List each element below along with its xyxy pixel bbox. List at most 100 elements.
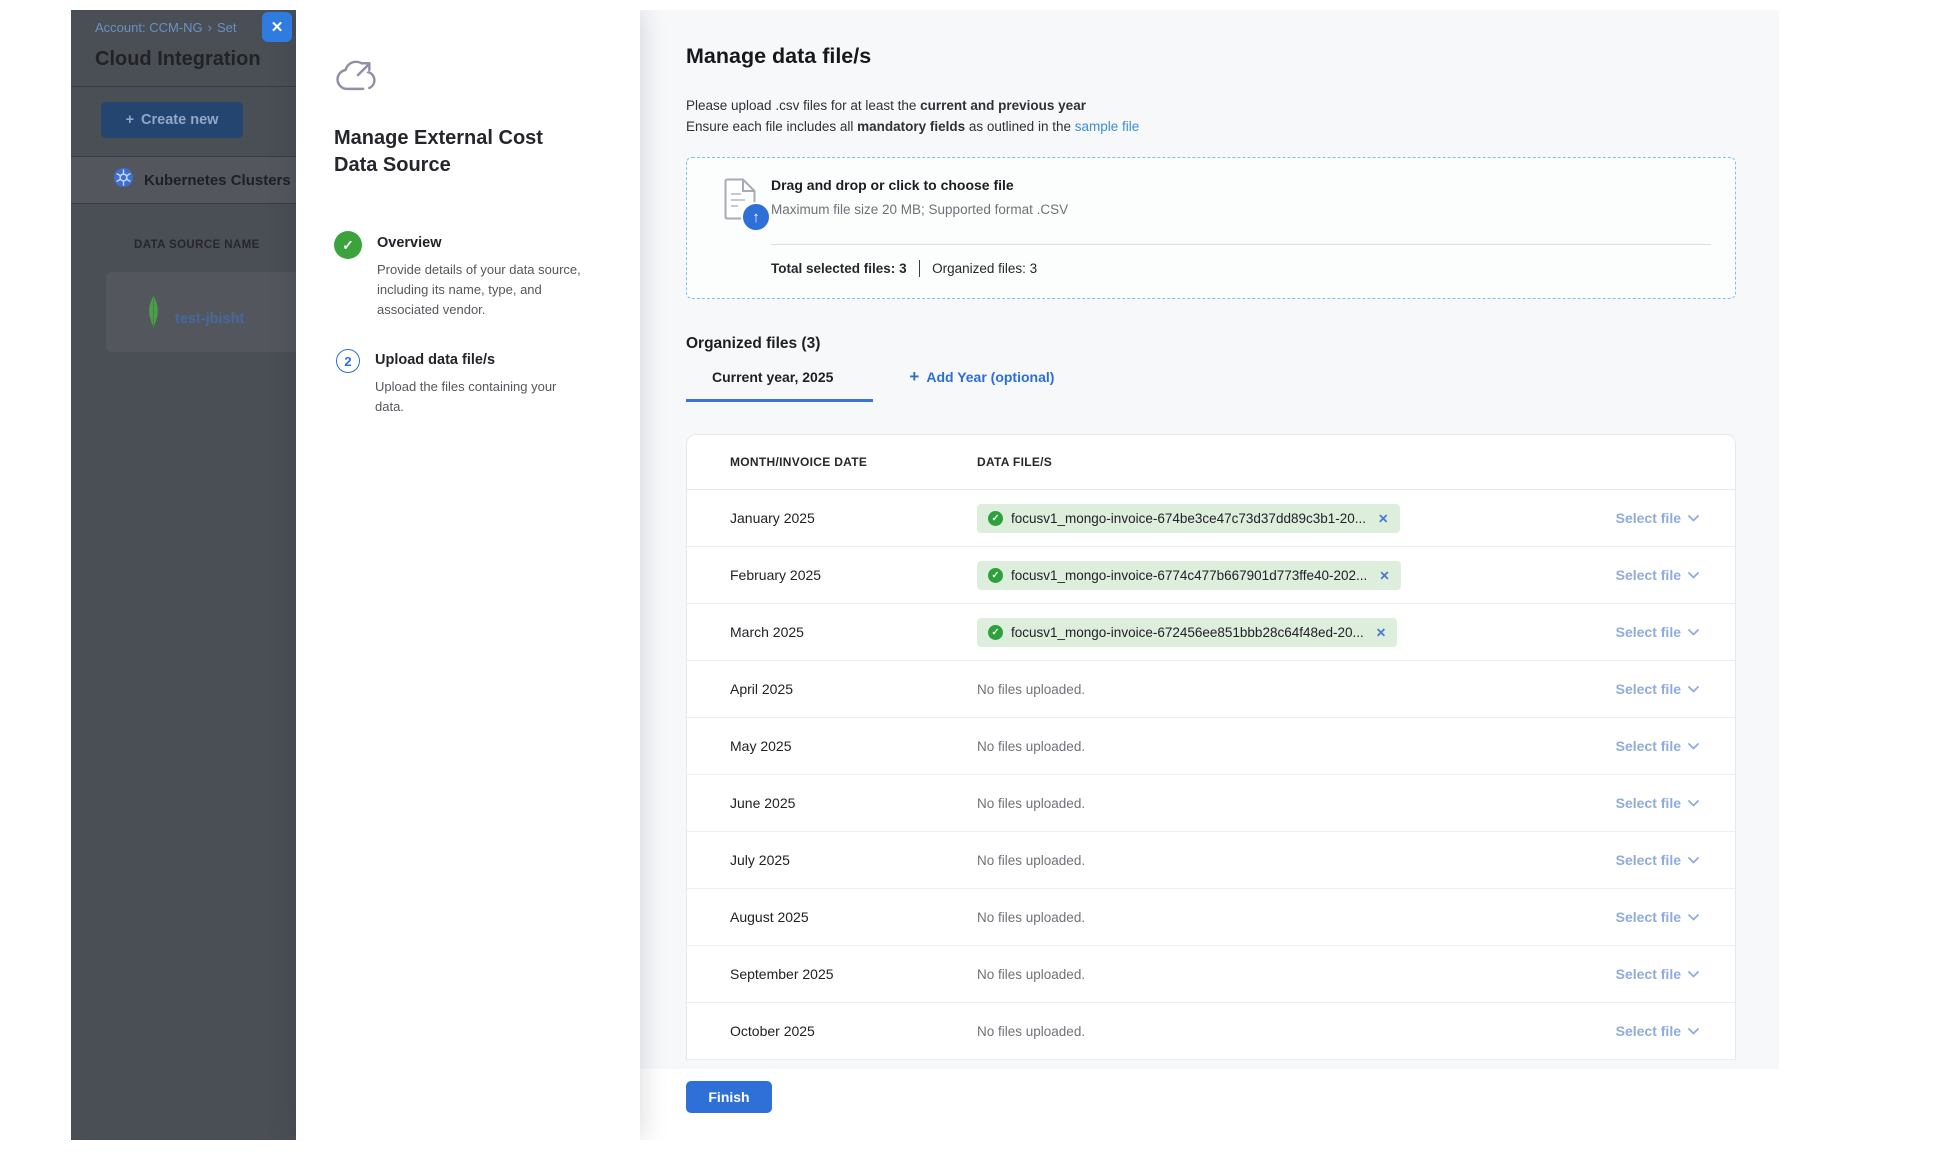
wizard-title: Manage External Cost Data Source — [334, 125, 574, 179]
month-label: March 2025 — [687, 624, 977, 640]
tab-kubernetes-clusters[interactable]: Kubernetes Clusters — [71, 157, 296, 203]
select-file-dropdown[interactable]: Select file — [1616, 795, 1699, 811]
no-files-text: No files uploaded. — [977, 1024, 1085, 1039]
chevron-down-icon — [1688, 914, 1699, 921]
month-label: August 2025 — [687, 909, 977, 925]
datafile-cell: ✓ focusv1_mongo-invoice-6774c477b667901d7… — [977, 561, 1545, 590]
upload-arrow-icon: ↑ — [741, 202, 771, 232]
step-content-scroll-area[interactable]: Manage data file/s Please upload .csv fi… — [640, 10, 1779, 1069]
file-name: focusv1_mongo-invoice-6774c477b667901d77… — [1011, 568, 1367, 583]
month-label: May 2025 — [687, 738, 977, 754]
select-file-dropdown[interactable]: Select file — [1616, 681, 1699, 697]
file-chip: ✓ focusv1_mongo-invoice-674be3ce47c73d37d… — [977, 504, 1400, 533]
file-valid-check-icon: ✓ — [988, 511, 1003, 526]
select-file-dropdown[interactable]: Select file — [1616, 624, 1699, 640]
tab-current-year[interactable]: Current year, 2025 — [686, 369, 873, 402]
select-file-dropdown[interactable]: Select file — [1616, 909, 1699, 925]
datafile-cell: No files uploaded. — [977, 967, 1545, 982]
chevron-down-icon — [1688, 629, 1699, 636]
sample-file-link[interactable]: sample file — [1075, 119, 1140, 134]
table-row: February 2025 ✓ focusv1_mongo-invoice-6774… — [687, 547, 1735, 604]
main-panel: Manage data file/s Please upload .csv fi… — [640, 10, 1779, 1140]
chevron-down-icon — [1688, 1028, 1699, 1035]
select-file-dropdown[interactable]: Select file — [1616, 1023, 1699, 1039]
table-row: May 2025No files uploaded. Select file — [687, 718, 1735, 775]
footer-bar: Finish — [640, 1069, 1779, 1140]
file-totals: Total selected files: 3 Organized files:… — [771, 260, 1037, 277]
select-file-dropdown[interactable]: Select file — [1616, 567, 1699, 583]
month-label: February 2025 — [687, 567, 977, 583]
table-header-row: MONTH/INVOICE DATE DATA FILE/S — [687, 435, 1735, 490]
file-name: focusv1_mongo-invoice-674be3ce47c73d37dd… — [1011, 511, 1366, 526]
action-cell: Select file — [1545, 795, 1735, 811]
action-cell: Select file — [1545, 624, 1735, 640]
mongodb-leaf-icon — [145, 296, 162, 335]
action-cell: Select file — [1545, 510, 1735, 526]
remove-file-icon[interactable]: ✕ — [1378, 511, 1388, 526]
no-files-text: No files uploaded. — [977, 682, 1085, 697]
divider — [71, 203, 296, 204]
no-files-text: No files uploaded. — [977, 910, 1085, 925]
file-valid-check-icon: ✓ — [988, 568, 1003, 583]
upload-instructions: Please upload .csv files for at least th… — [686, 95, 1736, 137]
chevron-down-icon — [1688, 857, 1699, 864]
select-file-dropdown[interactable]: Select file — [1616, 510, 1699, 526]
file-dropzone[interactable]: ↑ Drag and drop or click to choose file … — [686, 157, 1736, 299]
chevron-down-icon — [1688, 971, 1699, 978]
close-icon[interactable]: ✕ — [262, 12, 292, 42]
month-label: October 2025 — [687, 1023, 977, 1039]
chevron-down-icon — [1688, 800, 1699, 807]
create-new-label: Create new — [141, 112, 218, 128]
kubernetes-tab-label: Kubernetes Clusters — [144, 172, 291, 189]
datafile-cell: No files uploaded. — [977, 853, 1545, 868]
divider — [71, 86, 296, 87]
step-description: Upload the files containing your data. — [375, 377, 583, 417]
remove-file-icon[interactable]: ✕ — [1376, 625, 1386, 640]
step-label: Overview — [377, 231, 585, 251]
breadcrumb-separator-icon: › — [208, 20, 212, 35]
datafile-cell: No files uploaded. — [977, 1024, 1545, 1039]
file-chip: ✓focusv1_mongo-invoice-672456ee851bbb28c… — [977, 618, 1397, 647]
month-label: July 2025 — [687, 852, 977, 868]
table-row: July 2025No files uploaded. Select file — [687, 832, 1735, 889]
page-title: Cloud Integration — [95, 48, 261, 71]
dropzone-constraints: Maximum file size 20 MB; Supported forma… — [771, 202, 1068, 217]
organized-files-label: Organized files: — [932, 261, 1026, 276]
finish-button[interactable]: Finish — [686, 1081, 772, 1113]
action-cell: Select file — [1545, 1023, 1735, 1039]
add-year-button[interactable]: + Add Year (optional) — [873, 369, 1074, 402]
file-name: focusv1_mongo-invoice-672456ee851bbb28c6… — [1011, 625, 1364, 640]
step-label: Upload data file/s — [375, 348, 583, 368]
month-label: April 2025 — [687, 681, 977, 697]
chevron-down-icon — [1688, 515, 1699, 522]
datafile-cell: ✓ focusv1_mongo-invoice-674be3ce47c73d37d… — [977, 504, 1545, 533]
action-cell: Select file — [1545, 681, 1735, 697]
chevron-down-icon — [1688, 572, 1699, 579]
step-complete-check-icon: ✓ — [334, 231, 362, 259]
table-body: January 2025✓focusv1_mongo-invoice-674be… — [687, 490, 1735, 1060]
datafile-cell: No files uploaded. — [977, 682, 1545, 697]
breadcrumb-trailing[interactable]: Set — [217, 20, 237, 35]
data-source-link[interactable]: test-jbisht — [175, 311, 244, 327]
step-title: Manage data file/s — [686, 44, 1736, 69]
wizard-step-upload[interactable]: 2 Upload data file/s Upload the files co… — [334, 348, 602, 417]
breadcrumb-account[interactable]: Account: CCM-NG — [95, 20, 203, 35]
step-description: Provide details of your data source, inc… — [377, 260, 585, 320]
chevron-down-icon — [1688, 686, 1699, 693]
divider — [771, 244, 1711, 245]
select-file-dropdown[interactable]: Select file — [1616, 966, 1699, 982]
instruction-line-1: Please upload .csv files for at least th… — [686, 95, 1736, 116]
action-cell: Select file — [1545, 738, 1735, 754]
remove-file-icon[interactable]: ✕ — [1379, 568, 1389, 583]
breadcrumb[interactable]: Account: CCM-NG › Set — [95, 20, 237, 35]
create-new-button[interactable]: + Create new — [101, 102, 243, 138]
column-header-month: MONTH/INVOICE DATE — [687, 455, 977, 469]
select-file-dropdown[interactable]: Select file — [1616, 738, 1699, 754]
cloud-export-icon — [334, 58, 602, 101]
action-cell: Select file — [1545, 909, 1735, 925]
table-row: September 2025No files uploaded.Select f… — [687, 946, 1735, 1003]
no-files-text: No files uploaded. — [977, 739, 1085, 754]
wizard-step-overview[interactable]: ✓ Overview Provide details of your data … — [334, 231, 602, 320]
select-file-dropdown[interactable]: Select file — [1616, 852, 1699, 868]
no-files-text: No files uploaded. — [977, 796, 1085, 811]
